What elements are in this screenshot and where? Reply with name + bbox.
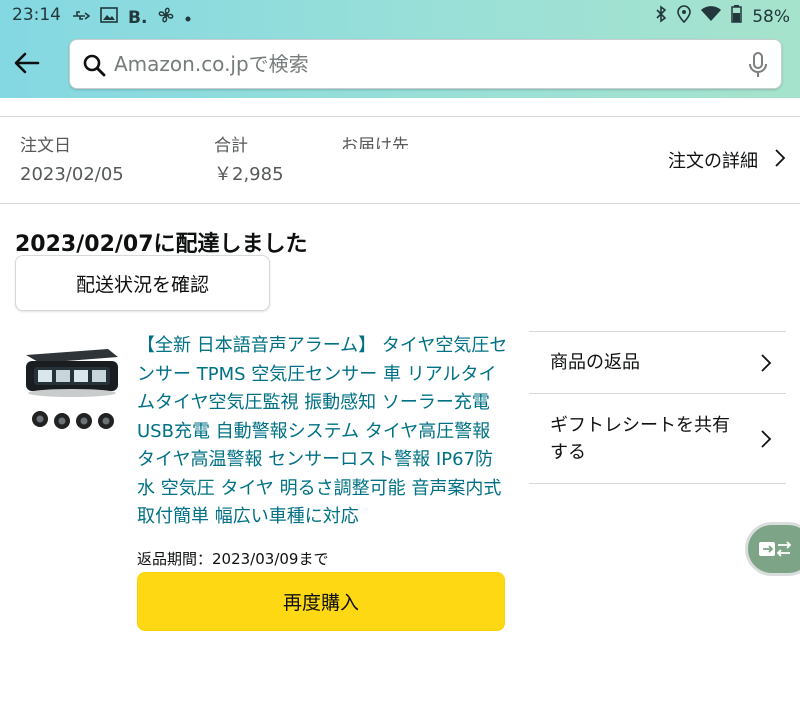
product-title-link[interactable]: 【全新 日本語音声アラーム】 タイヤ空気圧センサー TPMS 空気圧センサー 車… [137,332,509,532]
status-time: 23:14 [12,5,61,25]
order-date-label: 注文日 [20,136,71,156]
battery-percent: 58% [752,6,790,27]
product-image[interactable] [20,343,124,435]
wifi-icon [701,6,722,27]
order-date-value: 2023/02/05 [20,164,124,185]
order-summary: 注文日 2023/02/05 合計 ￥2,985 お届け先 注文の詳細 [0,116,800,204]
order-options: 商品の返品 ギフトレシートを共有する [529,331,786,484]
ship-to-label: お届け先 [341,136,409,149]
chevron-right-icon [760,429,772,449]
ship-to: お届け先 [341,135,409,149]
swap-icon [759,541,792,557]
order-details-label: 注文の詳細 [668,151,758,172]
chevron-right-icon [774,148,786,173]
search-icon[interactable] [82,53,106,77]
dot-icon [185,9,191,27]
track-package-button[interactable]: 配送状況を確認 [15,255,270,311]
order-total: 合計 ￥2,985 [214,135,284,187]
return-period: 返品期間：2023/03/09まで [137,550,329,568]
share-gift-receipt-label: ギフトレシートを共有する [550,414,730,463]
return-item-option[interactable]: 商品の返品 [529,332,786,394]
battery-icon [731,5,742,28]
order-date: 注文日 2023/02/05 [20,135,124,187]
delivery-status-title: 2023/02/07に配達しました [15,232,308,257]
order-total-label: 合計 [214,136,248,156]
back-arrow-icon[interactable] [12,48,42,78]
status-bar: 23:14 B. 58% [0,0,800,30]
microphone-icon[interactable] [747,52,769,78]
app-header: 23:14 B. 58% Amazon.co.jpで検索 [0,0,800,98]
bluetooth-icon [655,5,667,28]
search-input[interactable] [114,48,734,80]
status-left-icons: B. [72,6,191,29]
return-item-label: 商品の返品 [550,352,640,373]
order-details-link[interactable]: 注文の詳細 [668,147,786,173]
fan-icon [157,6,175,29]
status-right-icons: 58% [655,5,790,28]
usb-icon [72,9,91,27]
location-icon [677,5,692,28]
floating-switch-button[interactable] [745,522,800,576]
search-bar[interactable] [69,39,782,89]
image-icon [100,7,118,28]
share-gift-receipt-option[interactable]: ギフトレシートを共有する [529,394,786,484]
b-app-icon: B. [128,7,148,28]
order-total-value: ￥2,985 [214,164,284,185]
buy-again-button[interactable]: 再度購入 [137,572,505,631]
chevron-right-icon [760,353,772,373]
